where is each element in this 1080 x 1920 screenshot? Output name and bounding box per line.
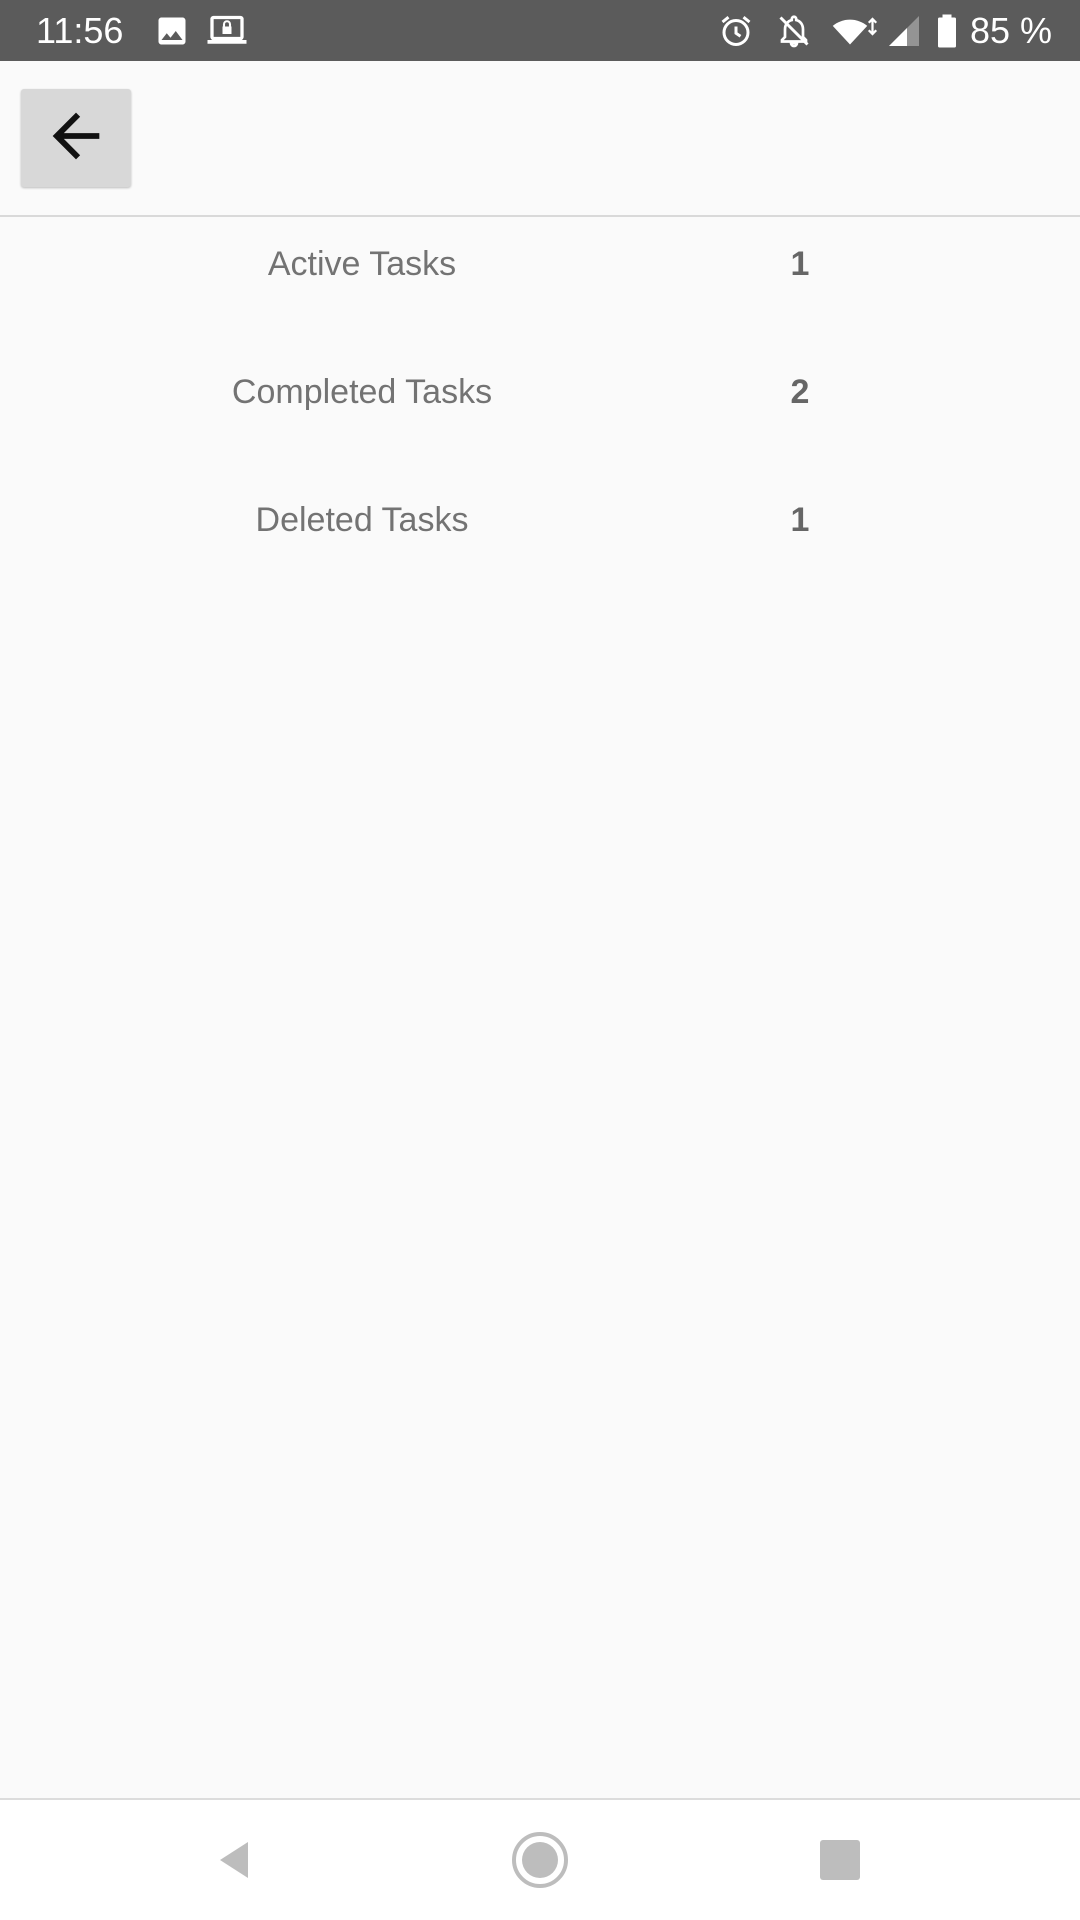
stat-row-completed: Completed Tasks 2 [0,352,1080,432]
stat-row-active: Active Tasks 1 [0,224,1080,304]
status-bar: 11:56 85 % [0,0,1080,61]
nav-recents-icon[interactable] [808,1828,872,1892]
stat-value: 1 [790,501,810,539]
battery-icon [936,13,958,49]
battery-percentage: 85 % [970,10,1053,51]
navigation-bar [0,1798,1080,1920]
stat-label: Deleted Tasks [255,501,469,539]
nav-home-icon[interactable] [508,1828,572,1892]
signal-icon [886,13,922,49]
stat-row-deleted: Deleted Tasks 1 [0,480,1080,560]
arrow-back-icon [41,101,111,176]
back-button[interactable] [21,89,131,187]
toolbar [0,61,1080,217]
stat-label: Completed Tasks [231,373,493,411]
nav-back-icon[interactable] [204,1828,268,1892]
wifi-icon [832,13,880,49]
screen: 11:56 85 % Active Tasks 1 Completed Task… [0,0,1080,1920]
image-icon [154,13,190,49]
stat-value: 2 [790,373,810,411]
laptop-lock-icon [206,13,248,49]
stat-label: Active Tasks [267,245,457,283]
notifications-off-icon [776,13,812,49]
alarm-icon [718,13,754,49]
status-time: 11:56 [36,10,124,51]
stat-value: 1 [790,245,810,283]
